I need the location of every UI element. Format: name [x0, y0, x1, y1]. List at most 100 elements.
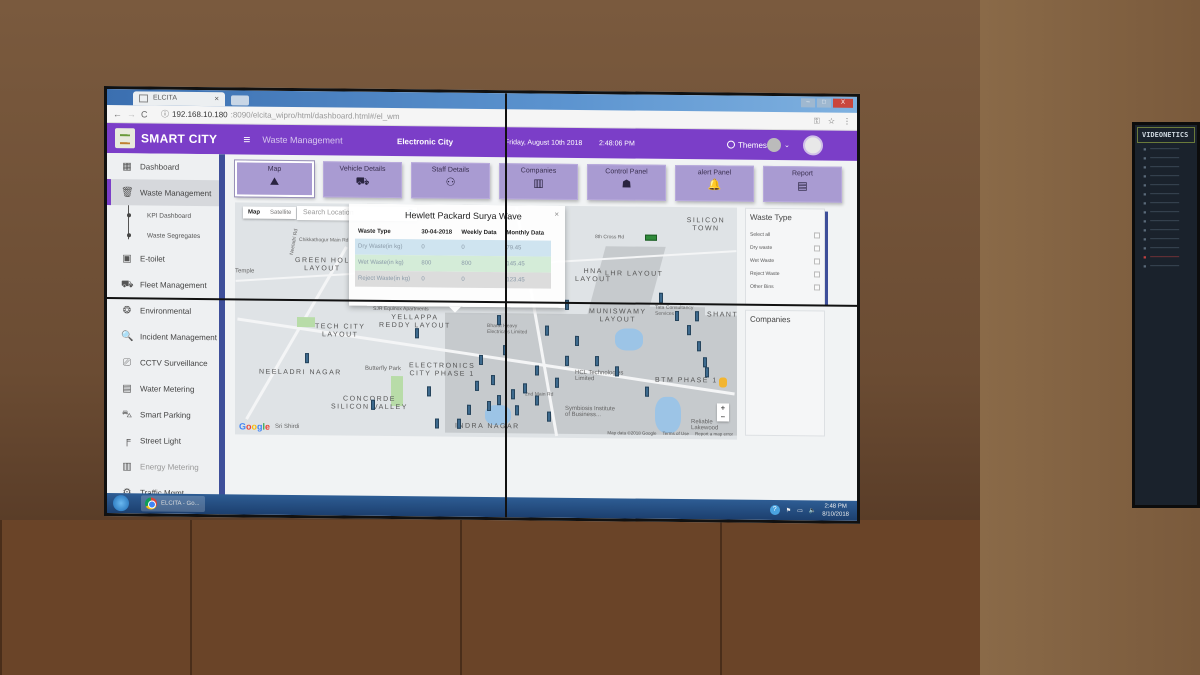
sidebar-item-incident-management[interactable]: 🔍 Incident Management	[107, 323, 219, 350]
waste-bin-marker-icon[interactable]	[475, 380, 479, 391]
browser-tab[interactable]: ELCITA ×	[133, 91, 225, 107]
help-icon[interactable]: ?	[769, 504, 780, 516]
tile-map[interactable]: Map ⛰	[234, 159, 315, 199]
waste-bin-marker-icon[interactable]	[687, 325, 691, 336]
key-icon[interactable]: ⚿	[814, 116, 820, 126]
filter-scrollbar[interactable]	[825, 211, 828, 306]
chevron-down-icon[interactable]: ⌄	[784, 141, 790, 149]
close-window-button[interactable]: X	[833, 98, 853, 108]
sidebar-item-water-metering[interactable]: ▤ Water Metering	[107, 375, 219, 402]
waste-bin-marker-icon[interactable]	[515, 405, 519, 416]
zoom-out-button[interactable]: −	[717, 412, 729, 421]
waste-bin-marker-icon[interactable]	[575, 335, 579, 346]
popup-close-icon[interactable]: ×	[554, 210, 559, 219]
map-type-map[interactable]: Map	[243, 206, 265, 218]
waste-bin-marker-icon[interactable]	[371, 399, 375, 410]
filter-option-other-bins[interactable]: Other Bins	[750, 280, 820, 294]
waste-bin-marker-icon[interactable]	[487, 401, 491, 412]
bookmark-star-icon[interactable]: ☆	[828, 116, 835, 126]
filter-option-reject-waste[interactable]: Reject Waste	[750, 267, 820, 281]
waste-bin-marker-icon[interactable]	[523, 383, 527, 394]
reload-icon[interactable]: C	[141, 109, 155, 119]
waste-bin-marker-icon[interactable]	[659, 292, 663, 303]
tile-companies[interactable]: Companies ▥	[499, 163, 578, 200]
waste-bin-marker-icon[interactable]	[497, 395, 501, 406]
waste-bin-marker-icon[interactable]	[547, 411, 551, 422]
hamburger-menu-icon[interactable]: ≡	[243, 132, 250, 146]
waste-bin-marker-icon[interactable]	[675, 310, 679, 322]
map-view[interactable]: GREEN HOL LAYOUT Temple Chikkathogur Mai…	[235, 202, 737, 440]
waste-bin-marker-icon[interactable]	[457, 418, 461, 429]
sidebar-subitem-kpi-dashboard[interactable]: KPI Dashboard	[107, 205, 219, 226]
checkbox[interactable]	[814, 283, 820, 290]
sidebar-item-fleet-management[interactable]: ⛟ Fleet Management	[107, 271, 219, 298]
waste-bin-marker-icon[interactable]	[615, 366, 619, 377]
sidebar-item-street-light[interactable]: ╒ Street Light	[107, 427, 219, 454]
waste-bin-marker-icon[interactable]	[555, 377, 559, 388]
volume-icon[interactable]: 🔈	[809, 507, 816, 514]
info-icon[interactable]: ⓘ	[161, 109, 169, 120]
report-map-error-link[interactable]: Report a map error	[695, 431, 733, 436]
checkbox[interactable]	[814, 244, 820, 251]
waste-bin-marker-icon[interactable]	[535, 395, 539, 406]
new-tab-button[interactable]	[231, 95, 249, 106]
sidebar-item-waste-management[interactable]: 🗑 Waste Management	[107, 179, 219, 207]
waste-bin-marker-icon[interactable]	[545, 325, 549, 336]
sidebar-item-energy-metering[interactable]: ▥ Energy Metering	[107, 453, 219, 480]
waste-bin-marker-icon[interactable]	[435, 418, 439, 429]
checkbox[interactable]	[814, 257, 820, 264]
tile-staff-details[interactable]: Staff Details ⚇	[411, 162, 490, 200]
start-button[interactable]	[113, 495, 129, 512]
waste-bin-marker-icon[interactable]	[467, 404, 471, 415]
sidebar-item-dashboard[interactable]: ▦ Dashboard	[107, 153, 219, 180]
sidebar-item-environmental[interactable]: ❂ Environmental	[107, 297, 219, 324]
waste-bin-marker-icon[interactable]	[427, 386, 431, 397]
maximize-button[interactable]: □	[817, 98, 831, 108]
filter-option-select-all[interactable]: Select all	[750, 228, 820, 242]
map-type-satellite[interactable]: Satellite	[265, 207, 296, 219]
checkbox[interactable]	[814, 231, 820, 238]
sidebar-subitem-waste-segregates[interactable]: Waste Segregates	[107, 225, 219, 246]
user-avatar[interactable]	[767, 137, 781, 153]
map-label: BTM PHASE 1	[655, 376, 718, 385]
tile-report[interactable]: Report ▤	[763, 165, 842, 203]
checkbox[interactable]	[814, 270, 820, 277]
taskbar-clock[interactable]: 2:48 PM 8/10/2018	[822, 503, 849, 519]
waste-bin-marker-icon[interactable]	[705, 367, 709, 378]
waste-bin-marker-icon[interactable]	[645, 386, 649, 397]
waste-bin-marker-icon[interactable]	[511, 389, 515, 400]
waste-bin-marker-icon[interactable]	[595, 356, 599, 367]
back-icon[interactable]: ←	[113, 109, 127, 119]
tile-alert-panel[interactable]: alert Panel 🔔	[675, 164, 754, 202]
waste-bin-marker-icon[interactable]	[695, 311, 699, 322]
forward-icon[interactable]: →	[127, 109, 141, 119]
waste-bin-marker-icon[interactable]	[491, 375, 495, 386]
waste-bin-marker-icon[interactable]	[497, 315, 501, 326]
zoom-in-button[interactable]: +	[717, 403, 729, 412]
tab-close-icon[interactable]: ×	[214, 94, 219, 103]
themes-button[interactable]: Themes	[727, 140, 767, 149]
filter-option-dry-waste[interactable]: Dry waste	[750, 241, 820, 255]
waste-bin-marker-icon[interactable]	[703, 357, 707, 368]
tile-control-panel[interactable]: Control Panel ☗	[587, 164, 666, 201]
sidebar-item-cctv-surveillance[interactable]: ⎚ CCTV Surveillance	[107, 349, 219, 376]
terms-of-use-link[interactable]: Terms of Use	[662, 431, 689, 436]
waste-bin-marker-icon[interactable]	[697, 341, 701, 352]
tile-vehicle-details[interactable]: Vehicle Details ⛟	[323, 161, 402, 199]
network-icon[interactable]: ▭	[797, 507, 803, 514]
waste-bin-marker-icon[interactable]	[415, 328, 419, 339]
sidebar-item-smart-parking[interactable]: ⛍ Smart Parking	[107, 401, 219, 428]
taskbar-chrome-app[interactable]: ELCITA - Go...	[141, 495, 205, 513]
sidebar-item-e-toilet[interactable]: ▣ E-toilet	[107, 245, 219, 272]
waste-bin-marker-icon[interactable]	[565, 355, 569, 366]
street-view-pegman-icon[interactable]	[719, 377, 727, 388]
browser-menu-icon[interactable]: ⋮	[843, 116, 851, 126]
url-field[interactable]: ⓘ 192.168.10.180:8090/elcita_wipro/html/…	[161, 109, 400, 122]
filter-option-wet-waste[interactable]: Wet Waste	[750, 254, 820, 268]
truck-marker-icon[interactable]	[645, 234, 657, 241]
tray-flag-icon[interactable]: ⚑	[786, 507, 791, 514]
waste-bin-marker-icon[interactable]	[479, 354, 483, 365]
waste-bin-marker-icon[interactable]	[305, 353, 309, 364]
waste-bin-marker-icon[interactable]	[535, 365, 539, 376]
minimize-button[interactable]: –	[801, 98, 815, 108]
